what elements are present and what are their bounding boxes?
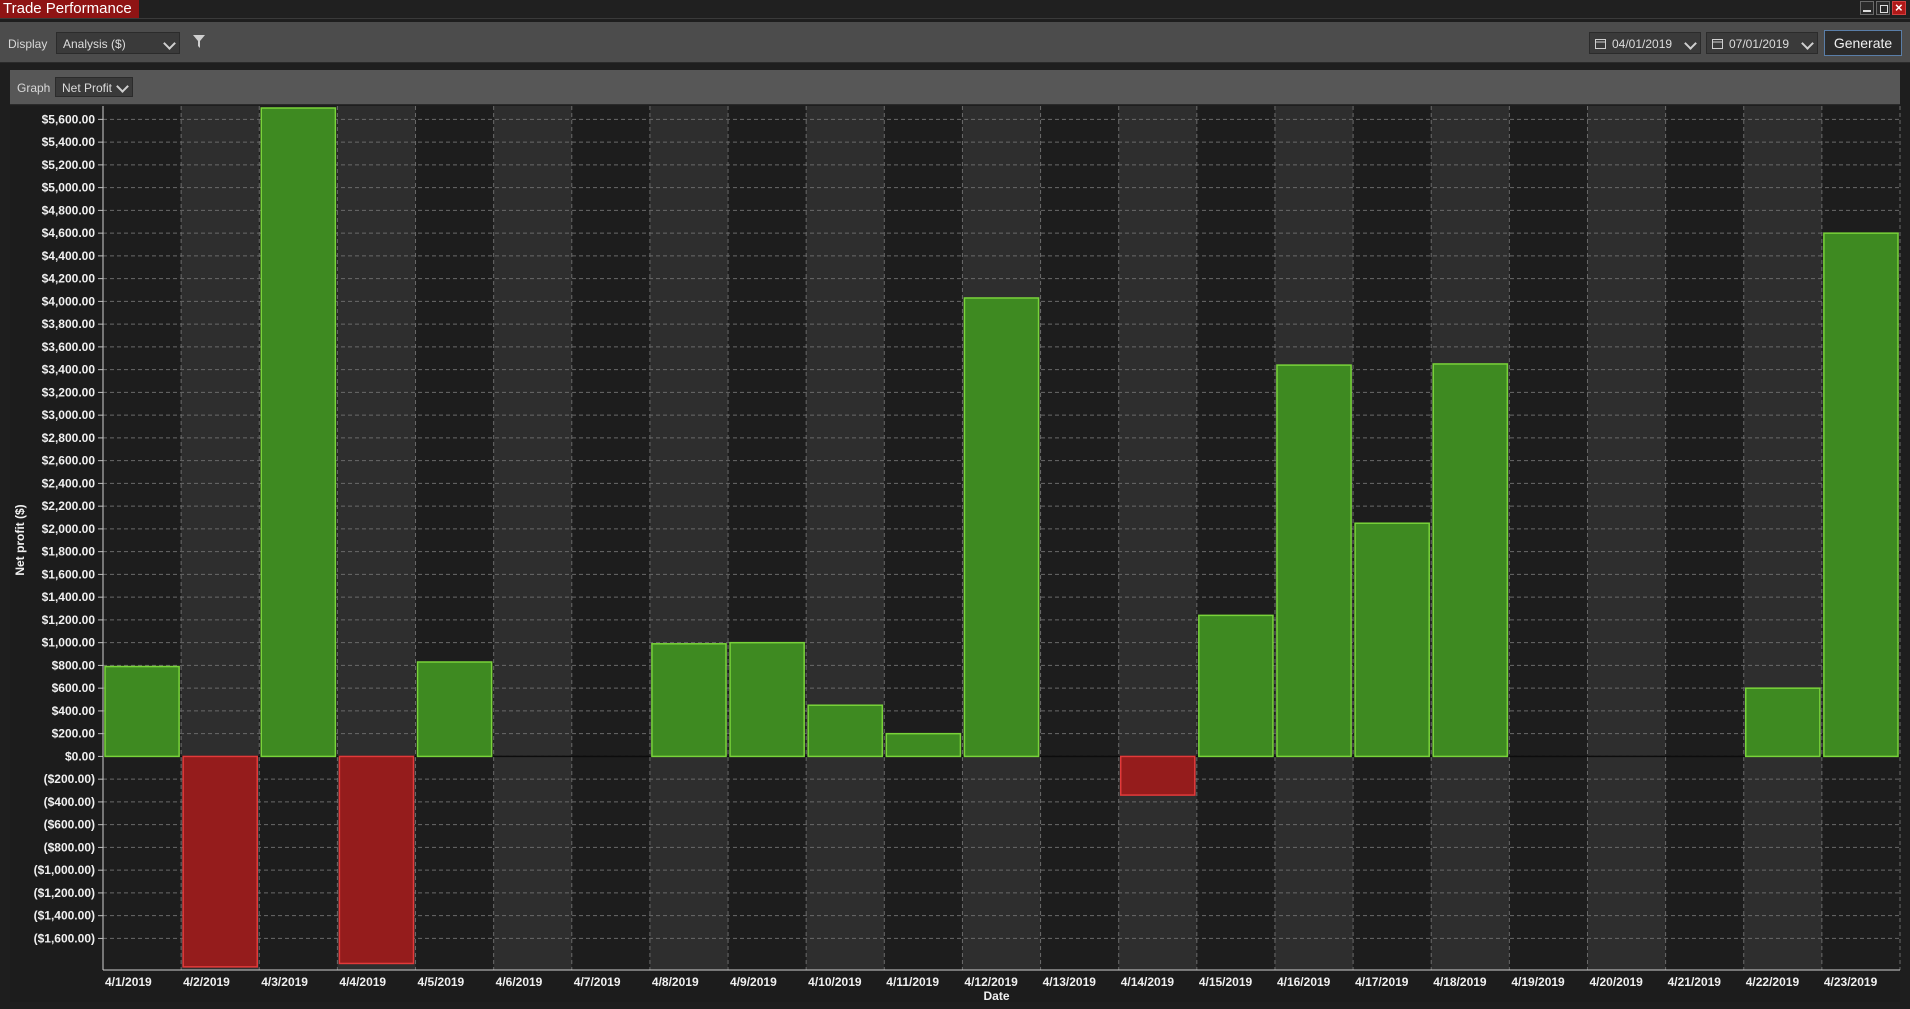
y-tick-label: $5,000.00 <box>42 181 96 195</box>
y-tick-label: $5,200.00 <box>42 158 96 172</box>
x-tick-label: 4/19/2019 <box>1511 975 1565 989</box>
y-tick-label: $2,400.00 <box>42 476 96 490</box>
category-band <box>1509 106 1588 970</box>
bar <box>260 107 337 758</box>
bar <box>182 755 259 968</box>
category-band <box>1040 106 1119 970</box>
y-tick-label: $3,800.00 <box>42 317 96 331</box>
y-tick-label: $2,200.00 <box>42 499 96 513</box>
category-band <box>493 106 572 970</box>
bar <box>807 704 884 758</box>
bar <box>1276 364 1352 758</box>
x-tick-label: 4/18/2019 <box>1433 975 1487 989</box>
x-tick-label: 4/14/2019 <box>1121 975 1175 989</box>
x-tick-label: 4/9/2019 <box>730 975 777 989</box>
x-tick-label: 4/8/2019 <box>652 975 699 989</box>
y-tick-label: $4,000.00 <box>42 294 96 308</box>
x-tick-label: 4/1/2019 <box>105 975 152 989</box>
bar <box>104 665 180 758</box>
category-band <box>103 106 182 970</box>
y-tick-label: $1,800.00 <box>42 545 96 559</box>
x-tick-label: 4/16/2019 <box>1277 975 1331 989</box>
x-axis-title: Date <box>983 989 1009 1003</box>
x-tick-label: 4/6/2019 <box>496 975 543 989</box>
category-band <box>1587 106 1666 970</box>
y-axis-title: Net profit ($) <box>13 504 27 575</box>
bar <box>1198 614 1274 758</box>
y-tick-label: $4,800.00 <box>42 203 96 217</box>
x-tick-label: 4/7/2019 <box>574 975 621 989</box>
x-tick-label: 4/15/2019 <box>1199 975 1253 989</box>
bar <box>963 297 1040 758</box>
y-tick-label: $3,400.00 <box>42 363 96 377</box>
y-tick-label: $600.00 <box>52 681 96 695</box>
bar <box>729 641 805 758</box>
x-tick-label: 4/22/2019 <box>1746 975 1800 989</box>
bar <box>338 755 415 965</box>
bar <box>1119 755 1196 796</box>
x-tick-label: 4/23/2019 <box>1824 975 1878 989</box>
bar <box>651 643 727 758</box>
category-band <box>571 106 650 970</box>
bar <box>1744 687 1821 758</box>
category-band <box>1665 106 1744 970</box>
category-band <box>884 106 963 970</box>
y-tick-label: $4,200.00 <box>42 272 96 286</box>
x-tick-label: 4/17/2019 <box>1355 975 1409 989</box>
category-band <box>1118 106 1197 970</box>
x-tick-label: 4/10/2019 <box>808 975 862 989</box>
x-tick-label: 4/2/2019 <box>183 975 230 989</box>
y-tick-label: $800.00 <box>52 658 96 672</box>
y-tick-label: ($1,600.00) <box>34 931 95 945</box>
net-profit-chart: $5,600.00 $5,400.00 $5,200.00 $5,000.00 $4,8… <box>10 106 1901 1003</box>
y-tick-label: $3,200.00 <box>42 385 96 399</box>
x-tick-label: 4/3/2019 <box>261 975 308 989</box>
bar <box>1432 363 1509 758</box>
x-tick-label: 4/12/2019 <box>964 975 1018 989</box>
x-tick-label: 4/13/2019 <box>1043 975 1097 989</box>
x-tick-label: 4/11/2019 <box>886 975 939 989</box>
y-tick-label: $0.00 <box>65 749 95 763</box>
category-band <box>1196 106 1275 970</box>
y-tick-label: $2,600.00 <box>42 454 96 468</box>
bar <box>1354 522 1430 758</box>
y-tick-label: $2,800.00 <box>42 431 96 445</box>
category-band <box>1743 106 1822 970</box>
x-tick-label: 4/5/2019 <box>418 975 465 989</box>
y-tick-label: ($1,400.00) <box>34 909 95 923</box>
y-tick-label: $1,200.00 <box>42 613 96 627</box>
y-tick-label: $4,600.00 <box>42 226 96 240</box>
bar <box>416 661 493 758</box>
y-tick-label: $200.00 <box>52 727 96 741</box>
category-band <box>806 106 885 970</box>
bar <box>1823 232 1899 758</box>
y-tick-label: ($1,000.00) <box>34 863 95 877</box>
y-tick-label: ($1,200.00) <box>34 886 95 900</box>
y-tick-label: $400.00 <box>52 704 96 718</box>
y-tick-label: $2,000.00 <box>42 522 96 536</box>
y-tick-label: $5,400.00 <box>42 135 96 149</box>
y-tick-label: $4,400.00 <box>42 249 96 263</box>
x-tick-label: 4/20/2019 <box>1589 975 1643 989</box>
y-tick-label: $1,400.00 <box>42 590 96 604</box>
y-tick-label: ($400.00) <box>44 795 95 809</box>
y-tick-label: ($800.00) <box>44 840 95 854</box>
y-tick-label: $5,600.00 <box>42 112 96 126</box>
bar <box>885 732 962 758</box>
y-tick-label: $1,000.00 <box>42 636 96 650</box>
category-band <box>728 106 807 970</box>
y-tick-label: $3,600.00 <box>42 340 96 354</box>
x-tick-label: 4/21/2019 <box>1668 975 1722 989</box>
y-tick-label: $3,000.00 <box>42 408 96 422</box>
category-band <box>415 106 494 970</box>
x-tick-label: 4/4/2019 <box>339 975 386 989</box>
y-tick-label: $1,600.00 <box>42 567 96 581</box>
category-band <box>649 106 729 970</box>
y-tick-label: ($200.00) <box>44 772 95 786</box>
y-tick-label: ($600.00) <box>44 818 95 832</box>
